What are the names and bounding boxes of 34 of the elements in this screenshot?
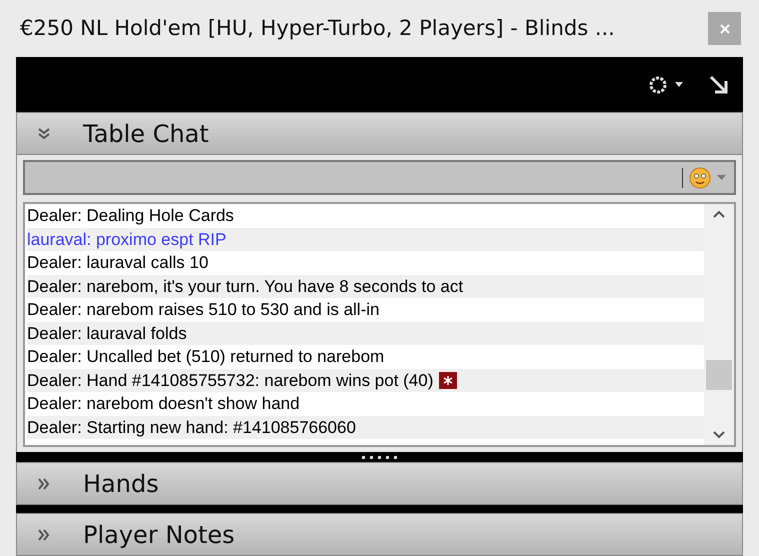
chat-message: Dealer: lauraval calls 10: [27, 252, 208, 274]
window-title: €250 NL Hold'em [HU, Hyper-Turbo, 2 Players] - Blinds ...: [20, 14, 616, 42]
chat-message: Dealer: Uncalled bet (510) returned to narebom: [27, 346, 384, 368]
arrow-icon: [709, 74, 729, 94]
settings-icon: [647, 74, 669, 96]
scrollbar[interactable]: [704, 204, 734, 445]
caret-icon: [675, 82, 683, 87]
chat-message: Dealer: lauraval folds: [27, 322, 187, 344]
chat-message: Dealer: Starting new hand: #141085766060: [27, 416, 356, 438]
chat-input-field[interactable]: [23, 160, 736, 195]
chat-message: Dealer: Hand #141085755732: narebom wins pot (40): [27, 370, 434, 392]
expand-chevron-icon: [37, 476, 51, 490]
section-header[interactable]: Hands: [16, 462, 743, 505]
scroll-down-icon[interactable]: [713, 431, 725, 439]
close-icon: [720, 24, 730, 34]
scroll-thumb[interactable]: [706, 360, 732, 390]
section-title: Table Chat: [83, 122, 209, 146]
chat-message: Dealer: Dealing Hole Cards: [27, 205, 234, 227]
section-header[interactable]: Table Chat: [16, 112, 743, 155]
settings-button[interactable]: [647, 74, 683, 96]
chat-message: Dealer: narebom, it's your turn. You have 8 seconds to act: [27, 276, 464, 298]
section-header[interactable]: Player Notes: [16, 513, 743, 556]
scroll-up-icon[interactable]: [713, 210, 725, 218]
section-title: Player Notes: [83, 522, 235, 546]
section-title: Hands: [83, 472, 159, 496]
smiley-icon[interactable]: [689, 166, 711, 188]
expand-chevron-icon: [37, 528, 51, 542]
chat-message: lauraval: proximo espt RIP: [27, 228, 226, 250]
hand-icon[interactable]: [439, 372, 458, 389]
chat-message: Dealer: narebom raises 510 to 530 and is all-in: [27, 299, 380, 321]
popout-button[interactable]: [709, 74, 729, 94]
chat-message: Dealer: narebom doesn't show hand: [27, 393, 300, 415]
caret-icon[interactable]: [717, 175, 726, 180]
collapse-chevron-icon: [37, 126, 51, 140]
